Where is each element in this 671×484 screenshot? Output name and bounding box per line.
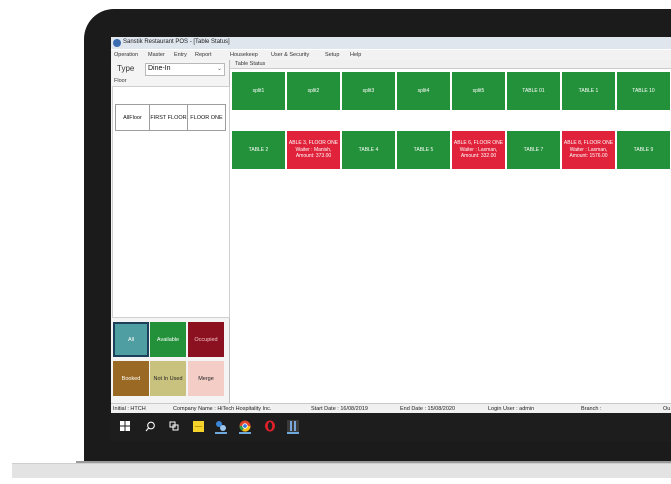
- table-tile[interactable]: ABLE 8, FLOOR ONE Waiter : Laxman, Amoun…: [562, 131, 615, 169]
- status-trailing: Ou: [663, 406, 671, 412]
- table-tile[interactable]: TABLE 01: [507, 72, 560, 110]
- table-tile[interactable]: TABLE 1: [562, 72, 615, 110]
- table-tile[interactable]: ABLE 3, FLOOR ONE Waiter : Manish, Amoun…: [287, 131, 340, 169]
- network-icon[interactable]: [215, 420, 227, 434]
- floor-list: AllFloor FIRST FLOOR FLOOR ONE: [112, 86, 230, 318]
- table-tile[interactable]: split3: [342, 72, 395, 110]
- menu-user-security[interactable]: User & Security: [271, 52, 309, 58]
- menu-help[interactable]: Help: [350, 52, 361, 58]
- floor-label: Floor: [114, 78, 127, 84]
- menu-setup[interactable]: Setup: [325, 52, 339, 58]
- window-title: Sanstik Restaurant POS - [Table Status]: [123, 39, 230, 45]
- legend-booked-button[interactable]: Booked: [113, 361, 149, 396]
- table-tile[interactable]: split1: [232, 72, 285, 110]
- task-view-icon[interactable]: [168, 420, 180, 432]
- table-tile[interactable]: split5: [452, 72, 505, 110]
- table-tile[interactable]: TABLE 10: [617, 72, 670, 110]
- floor-button-first-floor[interactable]: FIRST FLOOR: [149, 104, 188, 131]
- legend-available-button[interactable]: Available: [150, 322, 186, 357]
- table-status-panel: Table Status split1 split2 split3 split4…: [230, 60, 671, 404]
- sticky-notes-icon[interactable]: [192, 420, 204, 432]
- app-logo-icon: [113, 39, 121, 47]
- menu-housekeep[interactable]: Housekeep: [230, 52, 258, 58]
- menu-entry[interactable]: Entry: [174, 52, 187, 58]
- left-panel: Type Dine-In ⌄ Floor AllFloor FIRST FLOO…: [111, 60, 230, 403]
- search-icon[interactable]: [144, 420, 156, 432]
- status-end-date: End Date : 15/08/2020: [400, 406, 456, 412]
- legend-not-in-used-button[interactable]: Not In Used: [150, 361, 186, 396]
- type-label: Type: [117, 64, 135, 73]
- status-initial: Initial : HTCH: [113, 406, 146, 412]
- table-tile[interactable]: split4: [397, 72, 450, 110]
- status-login-user: Login User : admin: [488, 406, 535, 412]
- table-tile[interactable]: split2: [287, 72, 340, 110]
- laptop-base: [12, 463, 671, 478]
- table-tile[interactable]: TABLE 2: [232, 131, 285, 169]
- status-branch: Branch :: [581, 406, 602, 412]
- status-start-date: Start Date : 16/08/2019: [311, 406, 368, 412]
- menu-master[interactable]: Master: [148, 52, 165, 58]
- legend-occupied-button[interactable]: Occupied: [188, 322, 224, 357]
- table-tile[interactable]: TABLE 7: [507, 131, 560, 169]
- floor-button-all[interactable]: AllFloor: [115, 104, 150, 131]
- menu-operation[interactable]: Operation: [114, 52, 138, 58]
- windows-icon[interactable]: [119, 420, 131, 432]
- app-icon[interactable]: [287, 420, 299, 434]
- chrome-icon[interactable]: [239, 420, 251, 434]
- table-tile[interactable]: TABLE 4: [342, 131, 395, 169]
- title-bar: Sanstik Restaurant POS - [Table Status]: [111, 37, 671, 49]
- taskbar: [111, 413, 671, 441]
- type-dropdown[interactable]: Dine-In ⌄: [145, 63, 225, 76]
- table-tile[interactable]: ABLE 6, FLOOR ONE Waiter : Laxman, Amoun…: [452, 131, 505, 169]
- opera-icon[interactable]: [264, 420, 276, 432]
- legend-all-button[interactable]: All: [113, 322, 149, 357]
- table-tile[interactable]: TABLE 5: [397, 131, 450, 169]
- type-dropdown-value: Dine-In: [148, 65, 171, 72]
- menu-report[interactable]: Report: [195, 52, 212, 58]
- menu-bar: Operation Master Entry Report Housekeep …: [111, 50, 671, 60]
- status-company: Company Name : HiTech Hospitality Inc.: [173, 406, 272, 412]
- floor-button-floor-one[interactable]: FLOOR ONE: [187, 104, 226, 131]
- chevron-down-icon: ⌄: [216, 66, 222, 72]
- legend-merge-button[interactable]: Merge: [188, 361, 224, 396]
- table-tile[interactable]: TABLE 9: [617, 131, 670, 169]
- screen: Sanstik Restaurant POS - [Table Status] …: [111, 37, 671, 441]
- table-grid: split1 split2 split3 split4 split5 TABLE…: [230, 68, 671, 404]
- table-status-label: Table Status: [235, 61, 266, 67]
